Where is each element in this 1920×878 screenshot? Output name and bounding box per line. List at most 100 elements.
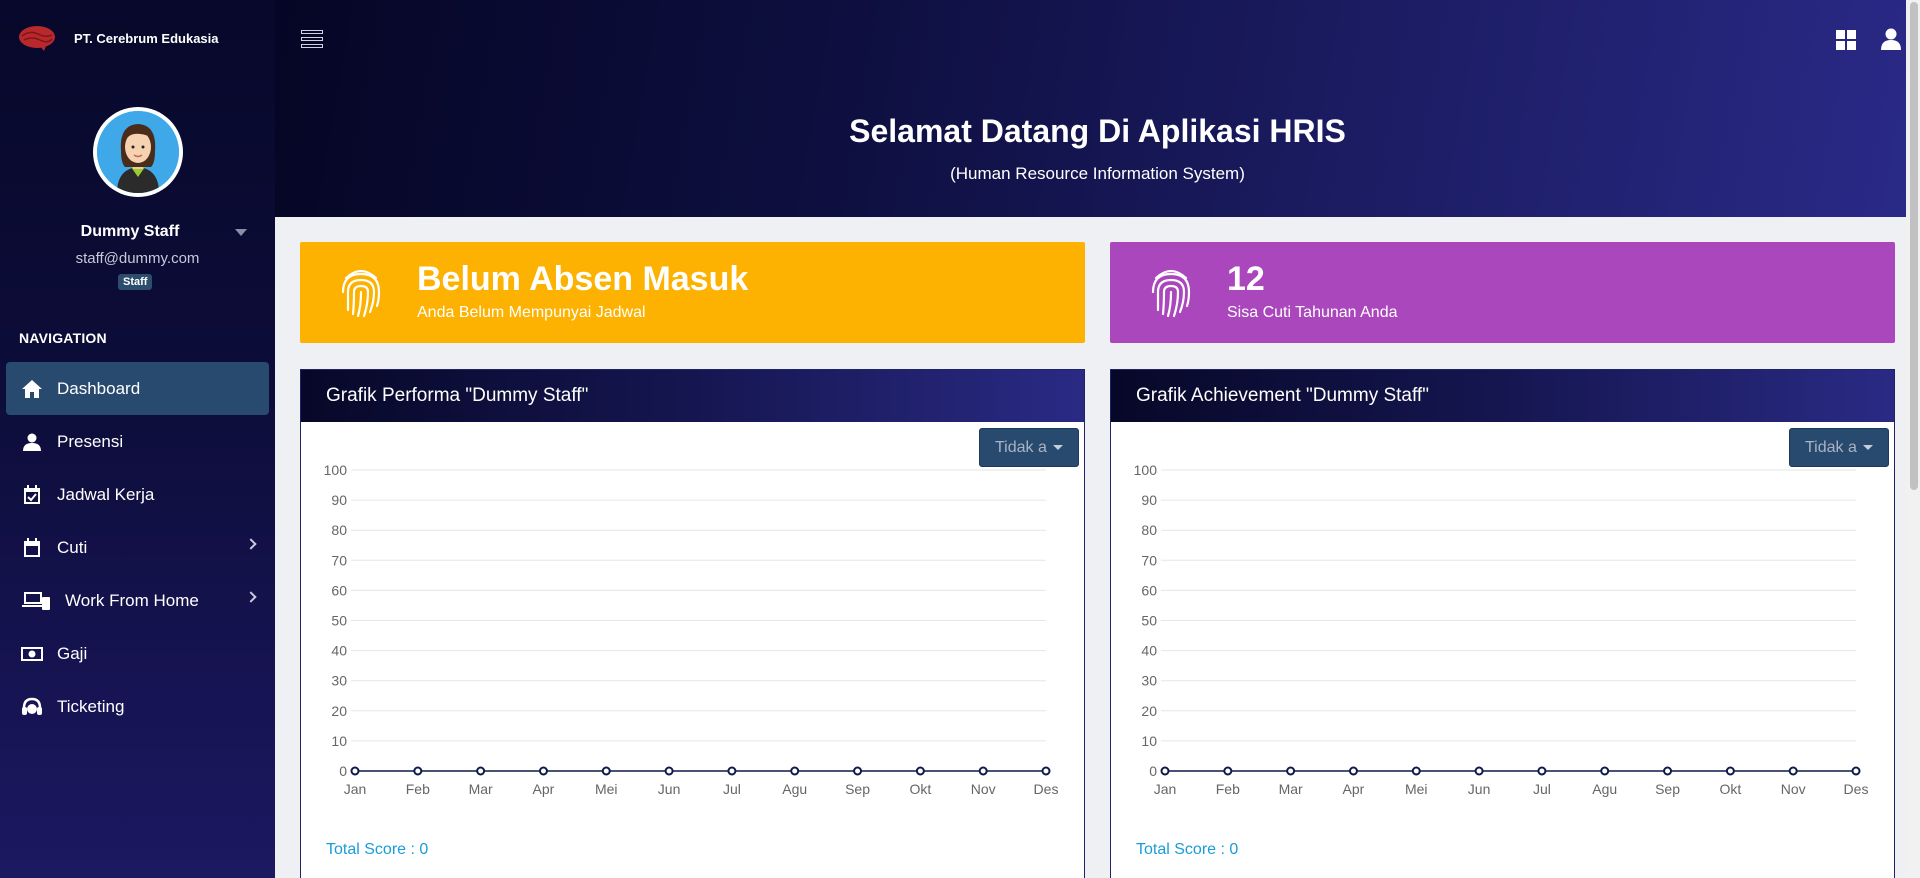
x-tick-label: Apr xyxy=(1343,781,1365,797)
x-tick-label: Jul xyxy=(1533,781,1551,797)
user-account-icon[interactable] xyxy=(1880,28,1902,50)
data-point[interactable] xyxy=(1041,766,1051,776)
data-point[interactable] xyxy=(538,766,548,776)
x-tick-label: Jul xyxy=(723,781,741,797)
brain-logo-icon xyxy=(19,26,55,51)
x-tick-label: Sep xyxy=(1655,781,1680,797)
data-point[interactable] xyxy=(1600,766,1610,776)
data-point[interactable] xyxy=(727,766,737,776)
brand-name: PT. Cerebrum Edukasia xyxy=(74,30,219,46)
apps-grid-icon[interactable] xyxy=(1836,30,1856,50)
sidebar-item-presensi[interactable]: Presensi xyxy=(6,415,269,468)
chevron-right-icon xyxy=(245,538,257,550)
brand[interactable]: PT. Cerebrum Edukasia xyxy=(18,24,219,52)
caret-down-icon xyxy=(1052,445,1063,450)
sidebar-item-label: Work From Home xyxy=(65,590,199,610)
x-tick-label: Jun xyxy=(658,781,681,797)
data-point[interactable] xyxy=(1160,766,1170,776)
leave-balance-label: Sisa Cuti Tahunan Anda xyxy=(1227,304,1398,321)
money-icon xyxy=(21,643,43,665)
sidebar-item-label: Ticketing xyxy=(57,696,125,716)
panel-title: Grafik Achievement "Dummy Staff" xyxy=(1111,370,1894,422)
menu-toggle-icon[interactable] xyxy=(301,30,323,50)
data-point[interactable] xyxy=(1411,766,1421,776)
avatar[interactable] xyxy=(93,107,183,197)
x-tick-label: Jun xyxy=(1468,781,1491,797)
y-tick-label: 0 xyxy=(339,763,347,779)
calendar-check-icon xyxy=(21,484,43,506)
sidebar-item-ticketing[interactable]: Ticketing xyxy=(6,680,269,733)
caret-down-icon xyxy=(1862,445,1873,450)
data-point[interactable] xyxy=(1286,766,1296,776)
data-point[interactable] xyxy=(1348,766,1358,776)
sidebar-item-jadwal-kerja[interactable]: Jadwal Kerja xyxy=(6,468,269,521)
data-point[interactable] xyxy=(601,766,611,776)
y-tick-label: 100 xyxy=(324,465,348,478)
x-tick-label: Jan xyxy=(1154,781,1177,797)
sidebar-nav: Dashboard Presensi Jadwal Kerja Cuti Wor… xyxy=(6,362,269,733)
sidebar-item-label: Jadwal Kerja xyxy=(57,484,155,504)
y-tick-label: 50 xyxy=(1141,613,1157,629)
user-menu-caret-icon[interactable] xyxy=(235,229,247,236)
data-point[interactable] xyxy=(978,766,988,776)
y-tick-label: 30 xyxy=(1141,673,1157,689)
performance-total-score: Total Score : 0 xyxy=(326,841,429,858)
y-tick-label: 20 xyxy=(1141,703,1157,719)
achievement-total-score: Total Score : 0 xyxy=(1136,841,1239,858)
data-point[interactable] xyxy=(476,766,486,776)
sidebar-item-cuti[interactable]: Cuti xyxy=(6,521,269,574)
y-tick-label: 70 xyxy=(331,552,347,568)
sidebar: PT. Cerebrum Edukasia Dummy Staff staff@… xyxy=(0,0,275,878)
leave-balance-card: 12 Sisa Cuti Tahunan Anda xyxy=(1110,242,1895,343)
x-tick-label: Sep xyxy=(845,781,870,797)
laptop-icon xyxy=(21,590,51,612)
sidebar-item-work-from-home[interactable]: Work From Home xyxy=(6,574,269,627)
data-point[interactable] xyxy=(1725,766,1735,776)
header: Selamat Datang Di Aplikasi HRIS (Human R… xyxy=(275,0,1920,217)
data-point[interactable] xyxy=(1474,766,1484,776)
data-point[interactable] xyxy=(853,766,863,776)
x-tick-label: Agu xyxy=(782,781,807,797)
performance-filter-dropdown[interactable]: Tidak a xyxy=(979,428,1079,467)
y-tick-label: 20 xyxy=(331,703,347,719)
data-point[interactable] xyxy=(1537,766,1547,776)
attendance-status: Belum Absen Masuk xyxy=(417,260,749,298)
achievement-filter-dropdown[interactable]: Tidak a xyxy=(1789,428,1889,467)
data-point[interactable] xyxy=(350,766,360,776)
data-point[interactable] xyxy=(1223,766,1233,776)
avatar-image xyxy=(97,111,179,193)
data-point[interactable] xyxy=(915,766,925,776)
y-tick-label: 80 xyxy=(1141,522,1157,538)
page-scrollbar[interactable] xyxy=(1906,0,1920,878)
y-tick-label: 80 xyxy=(331,522,347,538)
sidebar-item-dashboard[interactable]: Dashboard xyxy=(6,362,269,415)
chevron-right-icon xyxy=(245,591,257,603)
panel-title: Grafik Performa "Dummy Staff" xyxy=(301,370,1084,422)
user-name: Dummy Staff xyxy=(80,223,180,240)
sidebar-item-label: Presensi xyxy=(57,431,124,451)
data-point[interactable] xyxy=(1851,766,1861,776)
x-tick-label: Mar xyxy=(469,781,493,797)
sidebar-item-gaji[interactable]: Gaji xyxy=(6,627,269,680)
y-tick-label: 100 xyxy=(1134,465,1158,478)
data-point[interactable] xyxy=(664,766,674,776)
x-tick-label: Des xyxy=(1034,781,1059,797)
page-subtitle: (Human Resource Information System) xyxy=(950,164,1245,183)
x-tick-label: Des xyxy=(1844,781,1869,797)
performance-chart: 0 10 20 30 40 50 60 70 80 90 100 Jan Feb Mar Apr Mei Jun… xyxy=(324,465,1059,797)
data-point[interactable] xyxy=(413,766,423,776)
x-tick-label: Nov xyxy=(1781,781,1806,797)
sidebar-item-label: Dashboard xyxy=(57,378,141,398)
x-tick-label: Nov xyxy=(971,781,996,797)
home-icon xyxy=(21,378,43,400)
user-icon xyxy=(21,431,43,453)
user-role-badge: Staff xyxy=(118,274,153,290)
x-tick-label: Agu xyxy=(1592,781,1617,797)
data-point[interactable] xyxy=(1663,766,1673,776)
scrollbar-thumb[interactable] xyxy=(1910,2,1918,490)
data-point[interactable] xyxy=(790,766,800,776)
data-point[interactable] xyxy=(1788,766,1798,776)
performance-chart-panel: Grafik Performa "Dummy Staff" Tidak a 0 1… xyxy=(300,369,1085,878)
y-tick-label: 60 xyxy=(331,582,347,598)
y-tick-label: 10 xyxy=(1141,733,1157,749)
